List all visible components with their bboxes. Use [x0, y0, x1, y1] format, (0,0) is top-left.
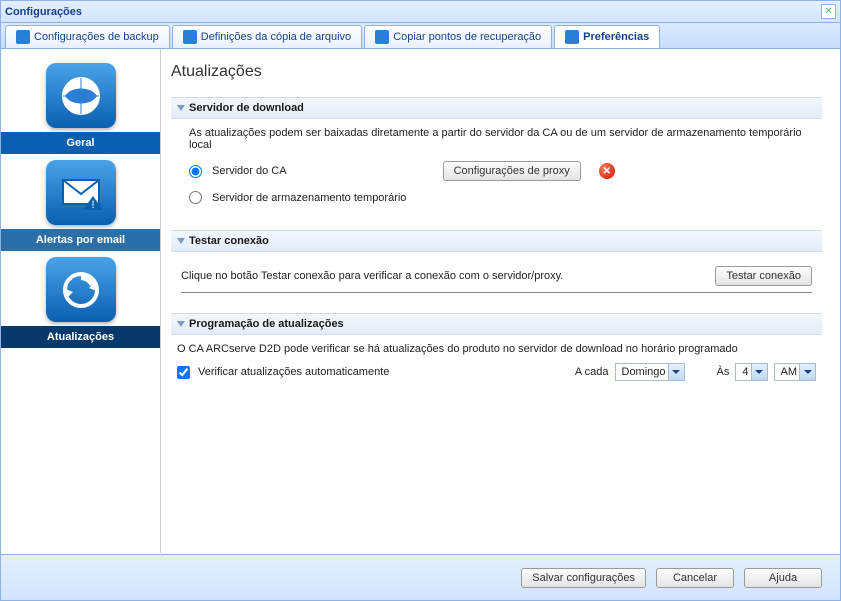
at-label: Às	[717, 366, 730, 378]
radio-label: Servidor do CA	[212, 165, 287, 177]
page-title: Atualizações	[171, 63, 822, 81]
tab-label: Definições da cópia de arquivo	[201, 31, 351, 43]
section-test-connection[interactable]: Testar conexão	[171, 230, 822, 252]
day-value: Domingo	[622, 366, 666, 378]
svg-text:!: !	[91, 199, 94, 210]
download-server-body: As atualizações podem ser baixadas diret…	[171, 119, 822, 220]
sidebar-item-general[interactable]: Geral	[1, 57, 160, 154]
filecopy-icon	[183, 30, 197, 44]
radio-label: Servidor de armazenamento temporário	[212, 192, 406, 204]
section-download-server[interactable]: Servidor de download	[171, 97, 822, 119]
radio-ca-server[interactable]: Servidor do CA	[189, 165, 287, 178]
chevron-down-icon	[799, 364, 815, 380]
sidebar-item-email[interactable]: ! Alertas por email	[1, 154, 160, 251]
day-select[interactable]: Domingo	[615, 363, 685, 381]
schedule-body: O CA ARCserve D2D pode verificar se há a…	[171, 335, 822, 387]
collapse-icon	[177, 238, 185, 244]
tab-label: Copiar pontos de recuperação	[393, 31, 541, 43]
auto-check-label: Verificar atualizações automaticamente	[198, 366, 389, 378]
auto-check-checkbox[interactable]	[177, 366, 190, 379]
content: Geral ! Alertas por email Atualizações A…	[1, 49, 840, 553]
main-panel: Atualizações Servidor de download As atu…	[161, 49, 840, 553]
save-button[interactable]: Salvar configurações	[521, 568, 646, 588]
collapse-icon	[177, 321, 185, 327]
sidebar: Geral ! Alertas por email Atualizações	[1, 49, 161, 553]
hour-value: 4	[742, 366, 748, 378]
radio-staging-input[interactable]	[189, 191, 202, 204]
error-icon: ✕	[599, 163, 615, 179]
tab-filecopy[interactable]: Definições da cópia de arquivo	[172, 25, 362, 48]
recovery-icon	[375, 30, 389, 44]
ampm-select[interactable]: AM	[774, 363, 817, 381]
ampm-value: AM	[781, 366, 798, 378]
title-bar: Configurações ✕	[1, 1, 840, 23]
tab-label: Preferências	[583, 31, 649, 43]
chevron-down-icon	[751, 364, 767, 380]
tab-label: Configurações de backup	[34, 31, 159, 43]
prefs-icon	[565, 30, 579, 44]
radio-ca-input[interactable]	[189, 165, 202, 178]
section-title: Servidor de download	[189, 102, 304, 114]
section-update-schedule[interactable]: Programação de atualizações	[171, 313, 822, 335]
test-connection-body: Clique no botão Testar conexão para veri…	[171, 252, 822, 303]
sidebar-item-updates[interactable]: Atualizações	[1, 251, 160, 348]
sidebar-label: Alertas por email	[1, 229, 160, 251]
email-alert-icon: !	[46, 160, 116, 225]
radio-staging-server[interactable]: Servidor de armazenamento temporário	[189, 191, 406, 204]
schedule-description: O CA ARCserve D2D pode verificar se há a…	[177, 343, 816, 355]
section-title: Programação de atualizações	[189, 318, 344, 330]
help-button[interactable]: Ajuda	[744, 568, 822, 588]
tab-recovery[interactable]: Copiar pontos de recuperação	[364, 25, 552, 48]
tab-backup[interactable]: Configurações de backup	[5, 25, 170, 48]
download-description: As atualizações podem ser baixadas diret…	[189, 127, 816, 151]
test-description: Clique no botão Testar conexão para veri…	[181, 270, 563, 282]
test-connection-button[interactable]: Testar conexão	[715, 266, 812, 286]
chevron-down-icon	[668, 364, 684, 380]
hour-select[interactable]: 4	[735, 363, 767, 381]
backup-icon	[16, 30, 30, 44]
divider	[181, 292, 812, 293]
proxy-settings-button[interactable]: Configurações de proxy	[443, 161, 581, 181]
globe-icon	[46, 63, 116, 128]
updates-icon	[46, 257, 116, 322]
close-icon[interactable]: ✕	[821, 4, 836, 19]
every-label: A cada	[575, 366, 609, 378]
sidebar-label: Geral	[1, 132, 160, 154]
section-title: Testar conexão	[189, 235, 269, 247]
tab-strip: Configurações de backup Definições da có…	[1, 23, 840, 49]
collapse-icon	[177, 105, 185, 111]
footer: Salvar configurações Cancelar Ajuda	[1, 554, 840, 600]
cancel-button[interactable]: Cancelar	[656, 568, 734, 588]
window-title: Configurações	[5, 6, 82, 18]
sidebar-label: Atualizações	[1, 326, 160, 348]
tab-preferences[interactable]: Preferências	[554, 25, 660, 48]
